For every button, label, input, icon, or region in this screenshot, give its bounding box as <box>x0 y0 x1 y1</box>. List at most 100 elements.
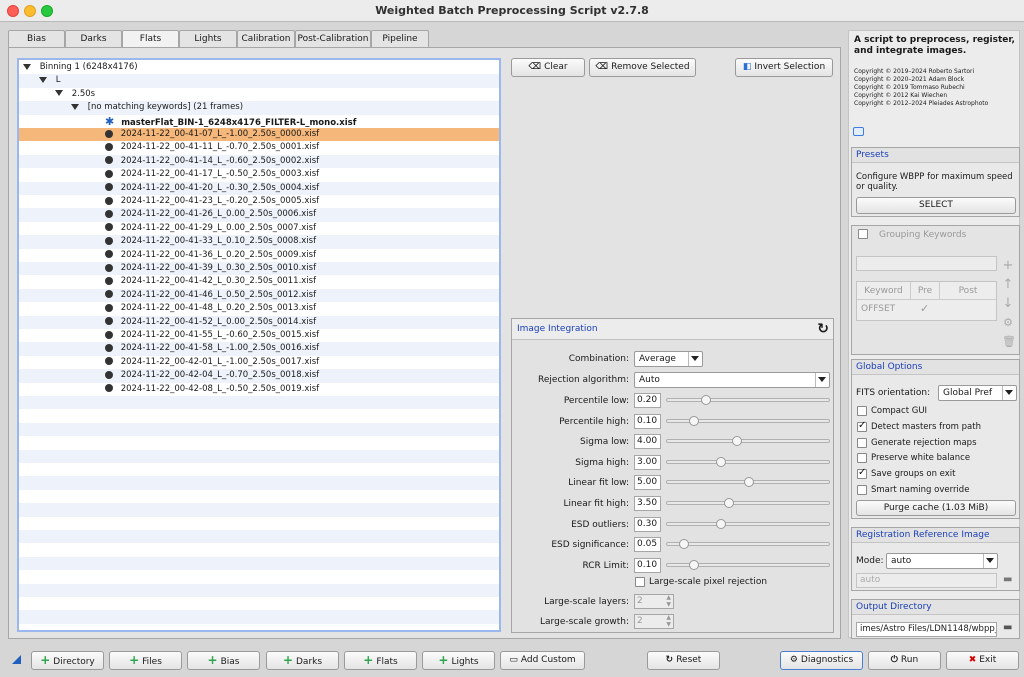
keywords-table[interactable]: Keyword Pre Post OFFSET ✓ <box>856 281 997 321</box>
tab-flats[interactable]: Flats <box>122 30 179 48</box>
tree-node-master-flat[interactable]: ✱ masterFlat_BIN-1_6248x4176_FILTER-L_mo… <box>19 115 499 128</box>
global-option-checkbox[interactable] <box>857 453 867 464</box>
tab-darks[interactable]: Darks <box>65 30 122 47</box>
output-directory-field[interactable]: imes/Astro Files/LDN1148/wbpp_pi <box>856 622 997 637</box>
file-row[interactable]: 2024-11-22_00-41-23_L_-0.20_2.50s_0005.x… <box>19 195 499 208</box>
trash-icon[interactable]: 🗑 <box>1002 332 1016 351</box>
add-directory-button[interactable]: + Directory <box>31 651 104 670</box>
large-scale-growth-spinbox[interactable]: 2 ▲ ▼ <box>634 614 674 629</box>
move-up-icon[interactable]: ↑ <box>1002 275 1014 294</box>
linear-low-slider[interactable] <box>666 477 830 488</box>
expand-icon[interactable] <box>39 76 47 83</box>
tab-bias[interactable]: Bias <box>8 30 65 47</box>
file-row[interactable]: 2024-11-22_00-41-26_L_0.00_2.50s_0006.xi… <box>19 208 499 222</box>
linear-low-input[interactable]: 5.00 <box>634 475 661 491</box>
file-row[interactable]: 2024-11-22_00-41-52_L_0.00_2.50s_0014.xi… <box>19 315 499 329</box>
folder-icon[interactable]: ▬ <box>1003 574 1012 585</box>
file-row[interactable]: 2024-11-22_00-41-07_L_-1.00_2.50s_0000.x… <box>19 128 499 142</box>
slider-handle[interactable] <box>723 498 734 508</box>
move-down-icon[interactable]: ↓ <box>1002 294 1014 313</box>
file-row[interactable]: 2024-11-22_00-41-46_L_0.50_2.50s_0012.xi… <box>19 288 499 303</box>
linear-high-slider[interactable] <box>666 498 830 508</box>
percentile-low-slider[interactable] <box>666 395 830 405</box>
combination-select[interactable]: Average <box>634 351 703 367</box>
sigma-high-slider[interactable] <box>666 456 830 467</box>
mode-select[interactable]: auto <box>886 553 998 569</box>
esd-outliers-slider[interactable] <box>666 518 830 529</box>
percentile-high-slider[interactable] <box>666 415 830 426</box>
tree-node-binning[interactable]: Binning 1 (6248x4176) <box>19 61 499 74</box>
slider-handle[interactable] <box>716 518 727 529</box>
reset-section-icon[interactable]: ↻ <box>817 321 829 337</box>
expand-icon[interactable] <box>23 63 31 70</box>
folder-icon[interactable]: ▬ <box>1003 622 1012 633</box>
file-row[interactable]: 2024-11-22_00-41-48_L_0.20_2.50s_0013.xi… <box>19 302 499 315</box>
tab-post-calibration[interactable]: Post-Calibration <box>295 30 371 47</box>
add-bias-button[interactable]: + Bias <box>187 651 260 670</box>
tree-node-group[interactable]: [no matching keywords] (21 frames) <box>19 101 499 115</box>
add-custom-button[interactable]: ▭ Add Custom <box>500 651 585 670</box>
run-button[interactable]: ⏻ Run <box>868 651 941 670</box>
keyword-input[interactable] <box>856 256 997 271</box>
file-row[interactable]: 2024-11-22_00-41-33_L_0.10_2.50s_0008.xi… <box>19 235 499 249</box>
file-row[interactable]: 2024-11-22_00-41-20_L_-0.30_2.50s_0004.x… <box>19 181 499 195</box>
rcr-input[interactable]: 0.10 <box>634 557 661 573</box>
file-tree[interactable]: Binning 1 (6248x4176) L 2.50s [no matchi… <box>17 58 501 632</box>
file-row[interactable]: 2024-11-22_00-41-36_L_0.20_2.50s_0009.xi… <box>19 249 499 262</box>
tab-pipeline[interactable]: Pipeline <box>371 30 429 47</box>
slider-handle[interactable] <box>731 436 742 447</box>
esd-sig-slider[interactable] <box>666 539 830 550</box>
sigma-low-input[interactable]: 4.00 <box>634 434 661 450</box>
percentile-low-input[interactable]: 0.20 <box>634 393 661 408</box>
esd-outliers-input[interactable]: 0.30 <box>634 516 661 532</box>
add-flats-button[interactable]: + Flats <box>344 651 417 670</box>
global-option-checkbox[interactable] <box>857 467 867 480</box>
clear-button[interactable]: ⌫ Clear <box>511 58 585 77</box>
rejection-select[interactable]: Auto <box>634 372 830 388</box>
tree-node-exposure[interactable]: 2.50s <box>19 88 499 101</box>
slider-handle[interactable] <box>688 559 699 570</box>
settings-icon[interactable]: ⚙ <box>1002 313 1014 332</box>
add-darks-button[interactable]: + Darks <box>266 651 339 670</box>
select-preset-button[interactable]: SELECT <box>856 197 1016 214</box>
file-row[interactable]: 2024-11-22_00-41-14_L_-0.60_2.50s_0002.x… <box>19 154 499 169</box>
global-option-checkbox[interactable] <box>857 420 867 432</box>
file-row[interactable]: 2024-11-22_00-42-01_L_-1.00_2.50s_0017.x… <box>19 356 499 369</box>
slider-handle[interactable] <box>679 539 690 550</box>
add-lights-button[interactable]: + Lights <box>422 651 495 670</box>
file-row[interactable]: 2024-11-22_00-42-04_L_-0.70_2.50s_0018.x… <box>19 369 499 383</box>
fits-orientation-select[interactable]: Global Pref <box>938 385 1017 401</box>
invert-selection-button[interactable]: ◧ Invert Selection <box>735 58 833 77</box>
reset-button[interactable]: ↻ Reset <box>647 651 720 670</box>
slider-handle[interactable] <box>688 415 699 426</box>
file-row[interactable]: 2024-11-22_00-41-39_L_0.30_2.50s_0010.xi… <box>19 262 499 276</box>
file-row[interactable]: 2024-11-22_00-41-55_L_-0.60_2.50s_0015.x… <box>19 329 499 342</box>
file-row[interactable]: 2024-11-22_00-41-17_L_-0.50_2.50s_0003.x… <box>19 168 499 181</box>
rcr-slider[interactable] <box>666 559 830 570</box>
global-option-checkbox[interactable] <box>857 437 867 448</box>
global-option-checkbox[interactable] <box>857 406 867 416</box>
add-files-button[interactable]: + Files <box>109 651 182 670</box>
resize-corner-icon[interactable] <box>12 655 21 664</box>
percentile-high-input[interactable]: 0.10 <box>634 413 661 429</box>
file-row[interactable]: 2024-11-22_00-41-11_L_-0.70_2.50s_0001.x… <box>19 141 499 154</box>
large-scale-rejection-checkbox[interactable] <box>635 577 645 587</box>
tab-calibration[interactable]: Calibration <box>237 30 295 47</box>
large-scale-layers-spinbox[interactable]: 2 ▲ ▼ <box>634 594 674 609</box>
file-row[interactable]: 2024-11-22_00-42-08_L_-0.50_2.50s_0019.x… <box>19 383 499 396</box>
file-row[interactable]: 2024-11-22_00-41-29_L_0.00_2.50s_0007.xi… <box>19 222 499 235</box>
sigma-high-input[interactable]: 3.00 <box>634 454 661 470</box>
slider-handle[interactable] <box>700 395 711 405</box>
tree-node-filter[interactable]: L <box>19 74 499 88</box>
slider-handle[interactable] <box>716 456 727 467</box>
diagnostics-button[interactable]: ⚙ Diagnostics <box>780 651 863 670</box>
sigma-low-slider[interactable] <box>666 436 830 447</box>
add-keyword-icon[interactable]: + <box>1002 256 1014 275</box>
file-row[interactable]: 2024-11-22_00-41-42_L_0.30_2.50s_0011.xi… <box>19 275 499 288</box>
expand-icon[interactable] <box>71 103 79 110</box>
purge-cache-button[interactable]: Purge cache (1.03 MiB) <box>856 500 1016 516</box>
remove-selected-button[interactable]: ⌫ Remove Selected <box>589 58 696 77</box>
tab-lights[interactable]: Lights <box>179 30 237 47</box>
exit-button[interactable]: ✖ Exit <box>946 651 1019 670</box>
slider-handle[interactable] <box>744 477 754 488</box>
